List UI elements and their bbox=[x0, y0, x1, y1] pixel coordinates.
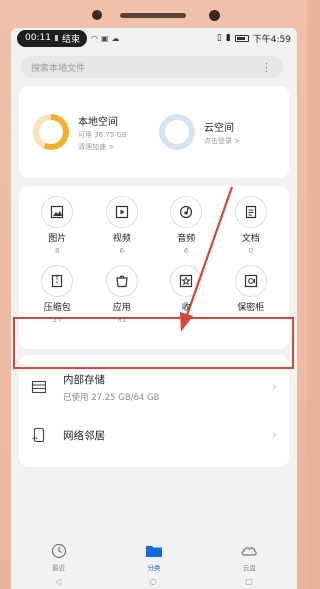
annotation-arrow bbox=[180, 186, 234, 332]
phone-frame: 00:11 结束 ◠ ▣ ☁ ▯ ▮ 下午4:59 搜索本地文件 ⋮ 本地空间 … bbox=[0, 0, 307, 589]
